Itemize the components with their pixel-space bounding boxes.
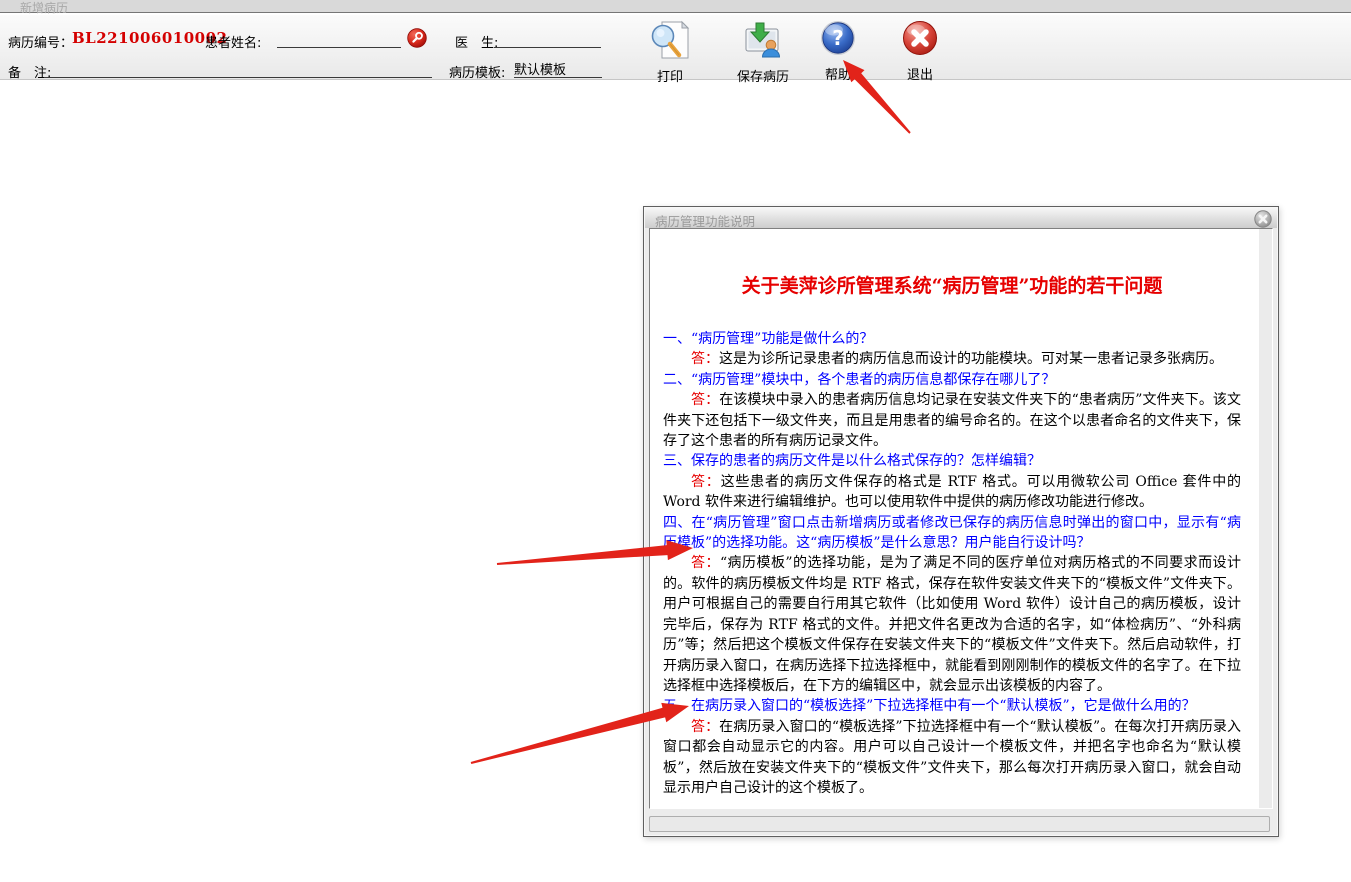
dialog-status-bar <box>649 816 1270 832</box>
patient-name-input[interactable] <box>277 28 401 48</box>
answer-prefix: 答： <box>691 719 719 735</box>
question-3: 三、保存的患者的病历文件是以什么格式保存的？怎样编辑？ <box>663 451 1241 471</box>
document-right-gutter <box>1259 229 1272 808</box>
print-button-label: 打印 <box>637 66 703 85</box>
help-document: 关于美萍诊所管理系统“病历管理”功能的若干问题 一、“病历管理”功能是做什么的？… <box>663 229 1241 798</box>
answer-2: 答：在该模块中录入的患者病历信息均记录在安装文件夹下的“患者病历”文件夹下。该文… <box>663 390 1241 451</box>
document-title: 关于美萍诊所管理系统“病历管理”功能的若干问题 <box>663 271 1241 298</box>
doctor-label: 医 生: <box>455 32 498 51</box>
patient-search-button[interactable] <box>407 28 427 48</box>
answer-text: 在该模块中录入的患者病历信息均记录在安装文件夹下的“患者病历”文件夹下。该文件夹… <box>663 392 1241 449</box>
dialog-close-button[interactable] <box>1254 210 1272 228</box>
answer-1: 答：这是为诊所记录患者的病历信息而设计的功能模块。可对某一患者记录多张病历。 <box>663 349 1241 369</box>
answer-prefix: 答： <box>691 392 719 408</box>
answer-text: “病历模板”的选择功能，是为了满足不同的医疗单位对病历格式的不同要求而设计的。软… <box>663 555 1241 693</box>
svg-text:?: ? <box>832 26 844 50</box>
question-1: 一、“病历管理”功能是做什么的？ <box>663 329 1241 349</box>
answer-text: 这些患者的病历文件保存的格式是 RTF 格式。可以用微软公司 Office 套件… <box>663 474 1241 510</box>
template-select[interactable]: 默认模板 <box>514 59 602 78</box>
exit-button[interactable]: 退出 <box>890 19 950 81</box>
template-label: 病历模板: <box>449 62 505 81</box>
remark-input[interactable] <box>44 58 432 78</box>
answer-prefix: 答： <box>691 474 721 490</box>
record-no-label: 病历编号： <box>8 32 73 51</box>
help-dialog: 病历管理功能说明 关于美萍诊所管理系统“病历管理”功 <box>643 206 1279 837</box>
question-4: 四、在“病历管理”窗口点击新增病历或者修改已保存的病历信息时弹出的窗口中，显示有… <box>663 513 1241 554</box>
answer-prefix: 答： <box>691 351 719 367</box>
save-record-icon <box>722 19 804 65</box>
toolbar: 病历编号： BL221006010002 患者姓名: 医 生: 备 注: 病历模… <box>0 14 1351 80</box>
save-record-button[interactable]: 保存病历 <box>722 19 804 81</box>
patient-name-label: 患者姓名: <box>205 32 261 51</box>
answer-prefix: 答： <box>691 555 720 571</box>
exit-icon <box>890 19 950 63</box>
answer-5: 答：在病历录入窗口的“模板选择”下拉选择框中有一个“默认模板”。在每次打开病历录… <box>663 717 1241 799</box>
window-tab-strip: 新增病历 <box>0 0 1351 13</box>
print-icon <box>637 19 703 65</box>
question-2: 二、“病历管理”模块中，各个患者的病历信息都保存在哪儿了？ <box>663 370 1241 390</box>
document-body: 一、“病历管理”功能是做什么的？ 答：这是为诊所记录患者的病历信息而设计的功能模… <box>663 329 1241 798</box>
save-record-button-label: 保存病历 <box>722 66 804 85</box>
answer-text: 在病历录入窗口的“模板选择”下拉选择框中有一个“默认模板”。在每次打开病历录入窗… <box>663 719 1241 796</box>
question-5: 五、在病历录入窗口的“模板选择”下拉选择框中有一个“默认模板”，它是做什么用的？ <box>663 696 1241 716</box>
search-icon <box>407 36 427 51</box>
doctor-input[interactable] <box>494 28 601 48</box>
answer-text: 这是为诊所记录患者的病历信息而设计的功能模块。可对某一患者记录多张病历。 <box>719 351 1223 367</box>
help-button-label: 帮助 <box>808 64 868 83</box>
help-document-viewport[interactable]: 关于美萍诊所管理系统“病历管理”功能的若干问题 一、“病历管理”功能是做什么的？… <box>649 228 1273 809</box>
exit-button-label: 退出 <box>890 64 950 83</box>
help-dialog-titlebar[interactable]: 病历管理功能说明 <box>645 208 1277 228</box>
print-button[interactable]: 打印 <box>637 19 703 81</box>
help-icon: ? <box>808 19 868 63</box>
answer-4: 答：“病历模板”的选择功能，是为了满足不同的医疗单位对病历格式的不同要求而设计的… <box>663 553 1241 696</box>
answer-3: 答：这些患者的病历文件保存的格式是 RTF 格式。可以用微软公司 Office … <box>663 472 1241 513</box>
help-button[interactable]: ? 帮助 <box>808 19 868 81</box>
